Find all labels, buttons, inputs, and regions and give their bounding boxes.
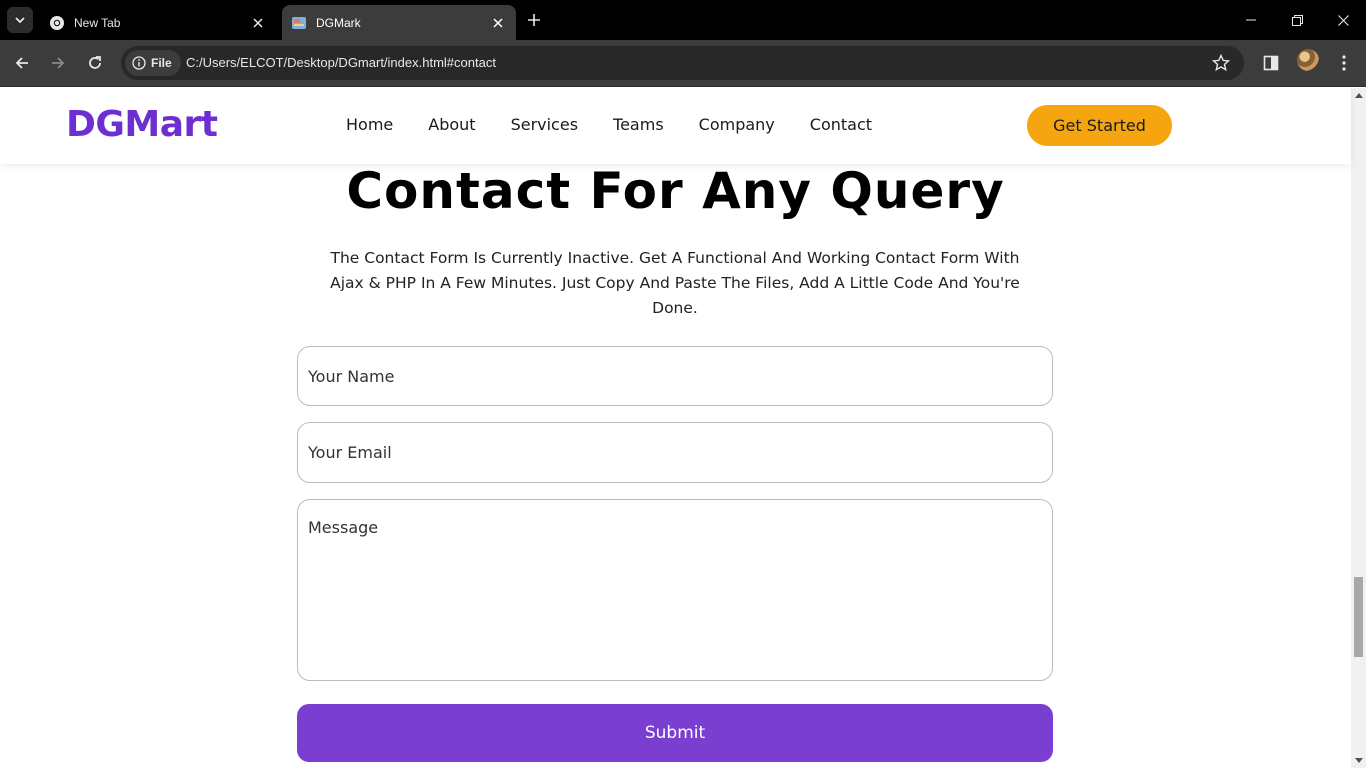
tab-new-tab[interactable]: New Tab bbox=[40, 5, 276, 40]
tab-title: New Tab bbox=[74, 15, 121, 30]
email-field[interactable] bbox=[297, 422, 1053, 483]
contact-description: The Contact Form Is Currently Inactive. … bbox=[330, 249, 1020, 317]
back-button[interactable] bbox=[9, 50, 35, 76]
submit-button[interactable]: Submit bbox=[297, 704, 1053, 762]
browser-toolbar: File C:/Users/ELCOT/Desktop/DGmart/index… bbox=[0, 40, 1366, 87]
scroll-down-icon[interactable] bbox=[1355, 758, 1363, 763]
contact-title: Contact For Any Query bbox=[346, 162, 1005, 220]
minimize-button[interactable] bbox=[1228, 0, 1274, 40]
browser-menu-button[interactable] bbox=[1331, 50, 1357, 76]
arrow-left-icon bbox=[15, 57, 28, 69]
close-window-button[interactable] bbox=[1320, 0, 1366, 40]
nav-services[interactable]: Services bbox=[511, 115, 578, 134]
new-tab-button[interactable] bbox=[524, 10, 544, 30]
scroll-up-icon[interactable] bbox=[1355, 93, 1363, 98]
minimize-icon bbox=[1246, 19, 1256, 21]
page-favicon-icon bbox=[292, 16, 306, 29]
site-header: DGMart Home About Services Teams Company… bbox=[0, 88, 1351, 164]
chevron-down-icon bbox=[15, 17, 25, 24]
page-viewport: DGMart Home About Services Teams Company… bbox=[0, 88, 1366, 768]
close-tab-icon[interactable] bbox=[250, 15, 266, 31]
tab-search-button[interactable] bbox=[7, 7, 33, 33]
site-logo[interactable]: DGMart bbox=[66, 104, 218, 145]
restore-icon bbox=[1291, 14, 1303, 26]
side-panel-button[interactable] bbox=[1258, 50, 1284, 76]
profile-avatar[interactable] bbox=[1297, 49, 1319, 71]
browser-tab-bar: New Tab DGMark bbox=[0, 0, 1366, 40]
main-nav: Home About Services Teams Company Contac… bbox=[346, 115, 907, 134]
reload-icon bbox=[89, 56, 101, 69]
more-vertical-icon bbox=[1342, 55, 1346, 71]
plus-icon bbox=[528, 14, 540, 26]
bookmark-star-icon[interactable] bbox=[1212, 54, 1230, 72]
close-icon bbox=[1337, 14, 1349, 26]
site-info-chip[interactable]: File bbox=[125, 50, 181, 76]
message-field[interactable] bbox=[297, 499, 1053, 681]
nav-teams[interactable]: Teams bbox=[613, 115, 664, 134]
tab-title: DGMark bbox=[316, 15, 361, 30]
chrome-icon bbox=[50, 15, 64, 30]
side-panel-icon bbox=[1263, 55, 1279, 71]
arrow-right-icon bbox=[52, 57, 65, 69]
get-started-button[interactable]: Get Started bbox=[1027, 105, 1172, 146]
scrollbar-thumb[interactable] bbox=[1354, 577, 1363, 657]
nav-home[interactable]: Home bbox=[346, 115, 393, 134]
reload-button[interactable] bbox=[82, 50, 108, 76]
close-tab-icon[interactable] bbox=[490, 15, 506, 31]
name-field[interactable] bbox=[297, 346, 1053, 406]
site-info-label: File bbox=[151, 56, 172, 70]
nav-contact[interactable]: Contact bbox=[810, 115, 872, 134]
nav-company[interactable]: Company bbox=[699, 115, 775, 134]
restore-button[interactable] bbox=[1274, 0, 1320, 40]
address-bar[interactable]: File C:/Users/ELCOT/Desktop/DGmart/index… bbox=[121, 46, 1244, 80]
page-scrollbar[interactable] bbox=[1351, 88, 1366, 768]
nav-about[interactable]: About bbox=[428, 115, 475, 134]
tab-dgmark[interactable]: DGMark bbox=[282, 5, 516, 40]
forward-button[interactable] bbox=[45, 50, 71, 76]
url-text[interactable]: C:/Users/ELCOT/Desktop/DGmart/index.html… bbox=[186, 55, 496, 70]
info-icon bbox=[132, 56, 146, 70]
